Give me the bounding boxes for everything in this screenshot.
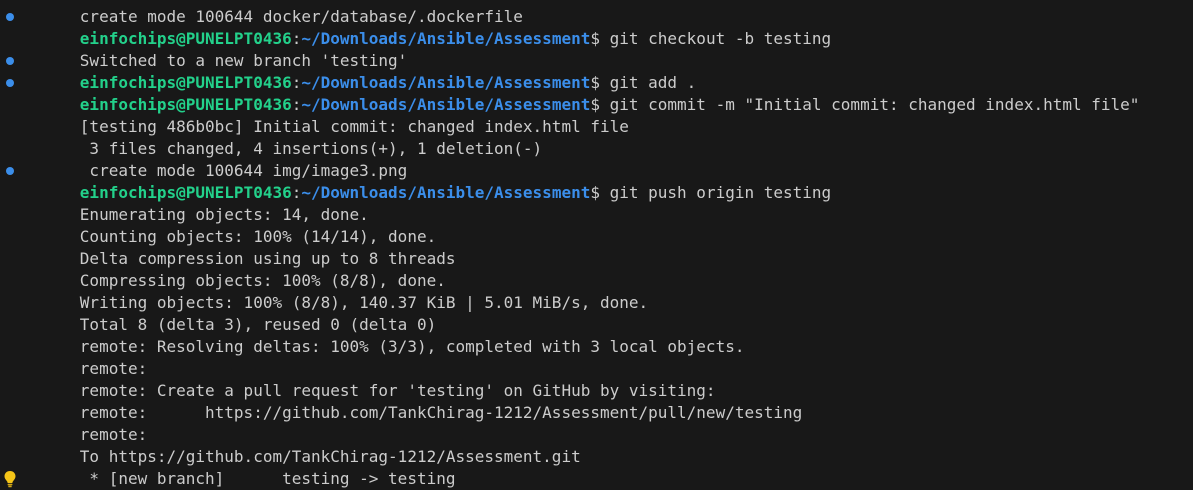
prompt-line: einfochips@PUNELPT0436:~/Downloads/Ansib… <box>0 160 1193 202</box>
output-line: remote: https://github.com/TankChirag-12… <box>0 380 1193 422</box>
output-line: remote: <box>0 336 1193 378</box>
command-decoration[interactable] <box>0 6 18 28</box>
output-line: Counting objects: 100% (14/14), done. <box>0 204 1193 246</box>
command-decoration[interactable] <box>0 72 18 94</box>
output-line: To https://github.com/TankChirag-1212/As… <box>0 424 1193 466</box>
output-line: remote: Resolving deltas: 100% (3/3), co… <box>0 314 1193 356</box>
terminal-panel[interactable]: create mode 100644 docker/database/.dock… <box>0 0 1193 490</box>
prompt-line: einfochips@PUNELPT0436:~/Downloads/Ansib… <box>0 72 1193 114</box>
output-line: [testing 486b0bc] Initial commit: change… <box>0 94 1193 136</box>
output-line: Enumerating objects: 14, done. <box>0 182 1193 224</box>
lightbulb-icon <box>4 471 16 488</box>
command-decoration[interactable] <box>0 50 18 72</box>
output-line: create mode 100644 img/image3.png <box>0 138 1193 180</box>
command-success-dot-icon <box>6 79 14 87</box>
output-line: Switched to a new branch 'testing' <box>0 28 1193 70</box>
command-decoration[interactable] <box>0 160 18 182</box>
output-line: Total 8 (delta 3), reused 0 (delta 0) <box>0 292 1193 334</box>
output-line: Delta compression using up to 8 threads <box>0 226 1193 268</box>
prompt-line: einfochips@PUNELPT0436:~/Downloads/Ansib… <box>0 50 1193 92</box>
suggestion-lightbulb[interactable] <box>0 468 18 490</box>
current-prompt-line[interactable]: einfochips@PUNELPT0436:~/Downloads/Ansib… <box>0 468 1193 490</box>
command-success-dot-icon <box>6 57 14 65</box>
output-line: 3 files changed, 4 insertions(+), 1 dele… <box>0 116 1193 158</box>
command-success-dot-icon <box>6 13 14 21</box>
output-line: Writing objects: 100% (8/8), 140.37 KiB … <box>0 270 1193 312</box>
output-line: Compressing objects: 100% (8/8), done. <box>0 248 1193 290</box>
terminal-output: create mode 100644 docker/database/.dock… <box>0 0 1193 490</box>
output-line: remote: <box>0 402 1193 444</box>
command-success-dot-icon <box>6 167 14 175</box>
prompt-line: einfochips@PUNELPT0436:~/Downloads/Ansib… <box>0 6 1193 48</box>
output-line: * [new branch] testing -> testing <box>0 446 1193 488</box>
output-line: remote: Create a pull request for 'testi… <box>0 358 1193 400</box>
